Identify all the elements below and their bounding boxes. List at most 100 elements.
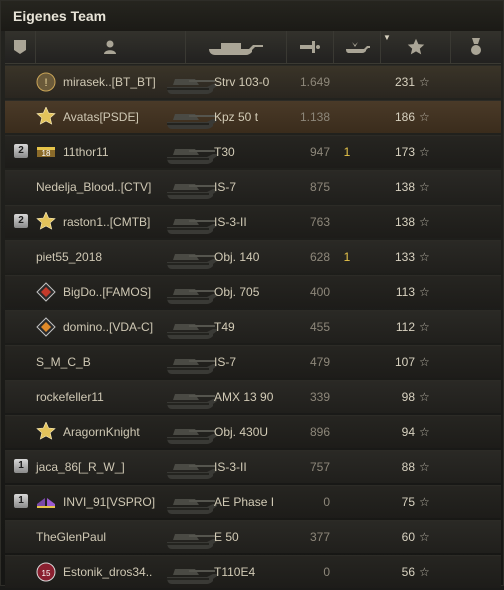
player-icon[interactable]: [34, 31, 185, 63]
number-15-icon: 15: [36, 562, 56, 582]
xp-star-icon: ☆: [419, 250, 430, 264]
tank-silhouette-icon: [163, 244, 217, 270]
xp-star-icon: ☆: [419, 355, 430, 369]
damage-value: 757: [309, 460, 330, 474]
damage-value: 628: [309, 250, 330, 264]
damage-value: 1.649: [299, 75, 330, 89]
crown-medal-icon: !: [36, 72, 56, 92]
player-row[interactable]: AragornKnight Obj. 430U 896 94 ☆: [5, 415, 501, 448]
damage-value: 0: [323, 495, 330, 509]
xp-star-icon: ☆: [419, 145, 430, 159]
player-name[interactable]: domino..[VDA-C]: [63, 311, 153, 343]
xp-star-icon: ☆: [419, 180, 430, 194]
xp-star-icon: ☆: [419, 565, 430, 579]
player-row[interactable]: BigDo..[FAMOS] Obj. 705 400 113 ☆: [5, 275, 501, 308]
damage-icon[interactable]: [285, 31, 334, 63]
player-row[interactable]: S_M_C_B IS-7 479 107 ☆: [5, 345, 501, 378]
tank-icon[interactable]: [184, 31, 286, 63]
player-row[interactable]: piet55_2018 Obj. 140 628 1 133 ☆: [5, 240, 501, 273]
xp-value: 94: [401, 425, 415, 439]
tank-name: Strv 103-0: [214, 75, 270, 89]
player-name[interactable]: raston1..[CMTB]: [63, 206, 150, 238]
player-row[interactable]: rockefeller11 AMX 13 90 339 98 ☆: [5, 380, 501, 413]
xp-value: 60: [401, 530, 415, 544]
player-row[interactable]: 15 Estonik_dros34.. T110E4 0 56 ☆: [5, 555, 501, 588]
player-row[interactable]: 2 18 11thor11 T30 947 1 173 ☆: [5, 135, 501, 168]
player-name[interactable]: AragornKnight: [63, 416, 140, 448]
player-name[interactable]: S_M_C_B: [36, 346, 91, 378]
player-row[interactable]: domino..[VDA-C] T49 455 112 ☆: [5, 310, 501, 343]
xp-star-icon: ☆: [419, 285, 430, 299]
player-name[interactable]: INVI_91[VSPRO]: [63, 486, 155, 518]
purple-wings-icon: [36, 492, 56, 512]
medal-cell: [449, 101, 501, 133]
squad-icon[interactable]: [5, 31, 35, 63]
tank-silhouette-icon: [163, 104, 217, 130]
player-name[interactable]: BigDo..[FAMOS]: [63, 276, 151, 308]
squad-number-badge: 2: [14, 214, 28, 228]
column-header: ▼: [5, 31, 501, 64]
xp-star-icon: ☆: [419, 75, 430, 89]
xp-star-icon: ☆: [419, 215, 430, 229]
xp-star-icon: ☆: [419, 390, 430, 404]
tank-silhouette-icon: [163, 524, 217, 550]
xp-star-icon: ☆: [419, 460, 430, 474]
tank-name: Kpz 50 t: [214, 110, 259, 124]
gold-star-icon: [36, 106, 56, 127]
player-name[interactable]: mirasek..[BT_BT]: [63, 66, 156, 98]
medal-icon[interactable]: [450, 31, 501, 63]
player-row[interactable]: Avatas[PSDE] Kpz 50 t 1.138 186 ☆: [5, 100, 501, 133]
squad-number-badge: 1: [14, 459, 28, 473]
medal-cell: [449, 451, 501, 483]
medal-cell: [449, 171, 501, 203]
medal-cell: [449, 206, 501, 238]
player-row[interactable]: ! mirasek..[BT_BT] Strv 103-0 1.649 231 ☆: [5, 65, 501, 98]
kills-value: 1: [343, 250, 351, 264]
player-row[interactable]: 2 raston1..[CMTB] IS-3-II 763 138 ☆: [5, 205, 501, 238]
star-icon[interactable]: ▼: [379, 31, 450, 63]
kills-icon[interactable]: [333, 31, 380, 63]
medal-cell: [449, 556, 501, 588]
damage-value: 0: [323, 565, 330, 579]
player-name[interactable]: TheGlenPaul: [36, 521, 106, 553]
xp-value: 98: [401, 390, 415, 404]
medal-cell: [449, 416, 501, 448]
kills-value: 1: [343, 145, 351, 159]
damage-value: 1.138: [299, 110, 330, 124]
player-name[interactable]: jaca_86[_R_W_]: [36, 451, 125, 483]
tank-name: T30: [214, 145, 235, 159]
xp-value: 75: [401, 495, 415, 509]
tank-silhouette-icon: [163, 279, 217, 305]
tank-silhouette-icon: [163, 489, 217, 515]
tank-silhouette-icon: [163, 314, 217, 340]
tank-name: E 50: [214, 530, 239, 544]
player-row[interactable]: 1 INVI_91[VSPRO] AE Phase I 0 75 ☆: [5, 485, 501, 518]
xp-value: 173: [394, 145, 415, 159]
player-row[interactable]: Nedelja_Blood..[CTV] IS-7 875 138 ☆: [5, 170, 501, 203]
tank-silhouette-icon: [163, 559, 217, 585]
tank-silhouette-icon: [163, 419, 217, 445]
xp-value: 107: [394, 355, 415, 369]
player-name[interactable]: piet55_2018: [36, 241, 102, 273]
tank-silhouette-icon: [163, 69, 217, 95]
xp-star-icon: ☆: [419, 495, 430, 509]
medal-cell: [449, 521, 501, 553]
tank-name: T110E4: [214, 565, 256, 579]
number-18-icon: 18: [36, 142, 56, 162]
player-name[interactable]: 11thor11: [63, 136, 109, 168]
tank-name: IS-3-II: [214, 460, 247, 474]
gold-star-icon: [36, 421, 56, 442]
player-name[interactable]: Estonik_dros34..: [63, 556, 152, 588]
svg-text:15: 15: [42, 569, 51, 578]
medal-cell: [449, 381, 501, 413]
player-row[interactable]: TheGlenPaul E 50 377 60 ☆: [5, 520, 501, 553]
medal-cell: [449, 311, 501, 343]
player-name[interactable]: Avatas[PSDE]: [63, 101, 139, 133]
gold-star-icon: [36, 211, 56, 232]
player-name[interactable]: rockefeller11: [36, 381, 104, 413]
tank-name: IS-7: [214, 355, 237, 369]
player-row[interactable]: 1 jaca_86[_R_W_] IS-3-II 757 88 ☆: [5, 450, 501, 483]
player-name[interactable]: Nedelja_Blood..[CTV]: [36, 171, 151, 203]
xp-star-icon: ☆: [419, 320, 430, 334]
medal-cell: [449, 486, 501, 518]
